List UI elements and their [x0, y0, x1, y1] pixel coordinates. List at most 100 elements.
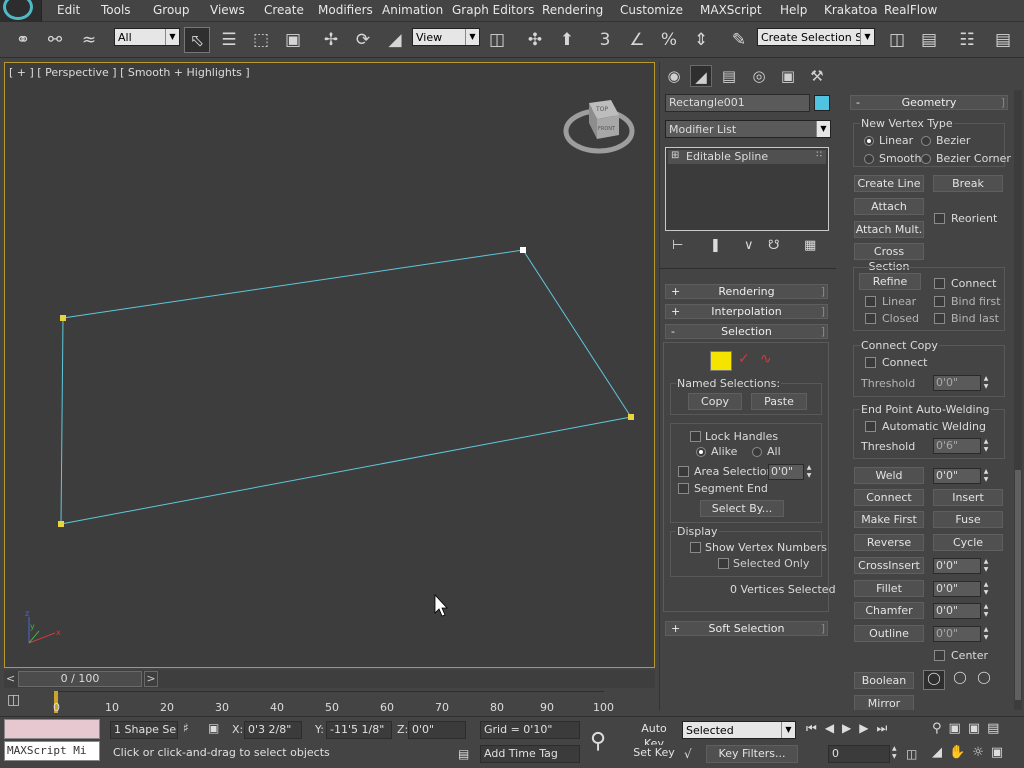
mirror-icon[interactable]: ◫ [884, 27, 910, 53]
chamfer-value[interactable]: 0'0" [933, 603, 981, 619]
menu-create[interactable]: Create [264, 3, 304, 17]
area-selection-spinner[interactable]: 0'0" ▲ ▼ [768, 464, 826, 480]
selection-filter-dropdown[interactable]: All ▼ [114, 28, 180, 46]
maxscript-mini-listener[interactable]: MAXScript Mi [4, 741, 100, 761]
layer-manager-icon[interactable]: ☷ [954, 27, 980, 53]
selected-only-checkbox[interactable] [718, 558, 729, 569]
spinner-arrows-icon[interactable]: ▲ ▼ [981, 438, 991, 454]
next-frame-icon[interactable]: ▶ [859, 721, 876, 735]
select-manipulate-icon[interactable]: ✣ [522, 27, 548, 53]
move-icon[interactable]: ✢ [318, 27, 344, 53]
vertex-type-bezier-corner-radio[interactable] [921, 154, 931, 164]
copy-button[interactable]: Copy [688, 393, 742, 410]
spinner-arrows-icon[interactable]: ▲ ▼ [981, 581, 991, 597]
keyboard-shortcut-override-icon[interactable]: ⬆ [554, 27, 580, 53]
paste-button[interactable]: Paste [751, 393, 807, 410]
next-frame-icon[interactable]: > [144, 671, 158, 687]
app-logo-icon[interactable] [0, 0, 42, 22]
spinner-arrows-icon[interactable]: ▲ ▼ [981, 468, 991, 484]
y-coordinate-field[interactable]: -11'5 1/8" [326, 721, 392, 739]
menu-graph-editors[interactable]: Graph Editors [452, 3, 534, 17]
maximize-viewport-icon[interactable]: ▣ [991, 745, 1010, 760]
track-bar[interactable]: ◫ 0 10 20 30 40 50 60 70 80 90 100 [4, 688, 655, 716]
chamfer-button[interactable]: Chamfer [854, 602, 924, 619]
attach-button[interactable]: Attach [854, 198, 924, 215]
zoom-extents-icon[interactable]: ▣ [968, 721, 987, 736]
pin-stack-icon[interactable]: ⊢ [672, 238, 683, 253]
key-icon[interactable]: ⚲ [590, 729, 606, 754]
menu-edit[interactable]: Edit [57, 3, 80, 17]
refine-linear-checkbox[interactable] [865, 296, 876, 307]
all-radio[interactable] [752, 447, 762, 457]
link-icon[interactable]: ⚭ [10, 27, 36, 53]
select-by-button[interactable]: Select By... [700, 500, 784, 517]
crossinsert-button[interactable]: CrossInsert [854, 557, 924, 574]
x-coordinate-field[interactable]: 0'3 2/8" [244, 721, 302, 739]
boolean-union-icon[interactable]: ◯ [923, 670, 945, 690]
boolean-subtract-icon[interactable]: ◯ [949, 670, 971, 690]
chamfer-spinner[interactable]: 0'0" ▲ ▼ [933, 603, 991, 619]
angle-snap-icon[interactable]: ∠ [624, 27, 650, 53]
interpolation-rollout[interactable]: + Interpolation] [665, 304, 828, 319]
create-line-button[interactable]: Create Line [854, 175, 924, 192]
segment-subobject-icon[interactable]: ✓ [738, 351, 750, 367]
zoom-extents-all-icon[interactable]: ▤ [987, 721, 1006, 736]
spline-vertex[interactable] [520, 247, 526, 253]
weld-spinner[interactable]: 0'0" ▲ ▼ [933, 468, 991, 484]
pan-icon[interactable]: ✋ [949, 745, 972, 760]
default-tangents-icon[interactable]: √ [684, 747, 692, 761]
edit-named-selection-icon[interactable]: ✎ [726, 27, 752, 53]
closed-checkbox[interactable] [865, 313, 876, 324]
cycle-button[interactable]: Cycle [933, 534, 1003, 551]
spline-subobject-icon[interactable]: ∿ [760, 351, 772, 367]
window-crossing-icon[interactable]: ▣ [280, 27, 306, 53]
show-vertex-numbers-checkbox[interactable] [690, 542, 701, 553]
time-configuration-icon[interactable]: ◫ [906, 747, 917, 761]
menu-realflow[interactable]: RealFlow [884, 3, 937, 17]
mirror-button-partial[interactable]: Mirror [854, 695, 914, 710]
motion-tab-icon[interactable]: ◎ [748, 65, 770, 87]
welding-threshold-spinner[interactable]: 0'6" ▲ ▼ [933, 438, 991, 454]
menu-rendering[interactable]: Rendering [542, 3, 603, 17]
rectangular-selection-icon[interactable]: ⬚ [248, 27, 274, 53]
menu-customize[interactable]: Customize [620, 3, 683, 17]
menu-group[interactable]: Group [153, 3, 190, 17]
time-slider[interactable]: < 0 / 100 > [4, 670, 655, 688]
expand-icon[interactable]: ⊞ [671, 150, 679, 161]
scale-icon[interactable]: ◢ [382, 27, 408, 53]
fuse-button[interactable]: Fuse [933, 511, 1003, 528]
object-color-swatch[interactable] [814, 95, 830, 111]
vertex-type-linear-radio[interactable] [864, 136, 874, 146]
spline-vertex[interactable] [58, 521, 64, 527]
time-slider-thumb[interactable]: 0 / 100 [18, 671, 142, 687]
attach-mult-button[interactable]: Attach Mult. [854, 221, 924, 238]
play-icon[interactable]: ▶ [842, 721, 859, 735]
refine-connect-checkbox[interactable] [934, 278, 945, 289]
lock-selection-icon[interactable]: ♯ [183, 721, 189, 735]
rotate-icon[interactable]: ⟳ [350, 27, 376, 53]
vertex-subobject-icon[interactable] [710, 351, 732, 371]
current-frame-field[interactable]: 0 [828, 745, 890, 763]
menu-modifiers[interactable]: Modifiers [318, 3, 373, 17]
spinner-arrows-icon[interactable]: ▲ ▼ [981, 603, 991, 619]
spline-vertex[interactable] [628, 414, 634, 420]
auto-key-button[interactable]: Auto Key [630, 721, 678, 750]
unlink-icon[interactable]: ⚯ [42, 27, 68, 53]
bind-first-checkbox[interactable] [934, 296, 945, 307]
refine-button[interactable]: Refine [859, 273, 921, 290]
mini-curve-editor-icon[interactable]: ◫ [7, 692, 37, 714]
curve-editor-icon[interactable]: ▤ [990, 27, 1016, 53]
connect-copy-threshold-value[interactable]: 0'0" [933, 375, 981, 391]
selection-rollout[interactable]: - Selection] [665, 324, 828, 339]
cross-section-button[interactable]: Cross Section [854, 243, 924, 273]
show-end-result-icon[interactable]: ❚ [710, 238, 721, 253]
absolute-mode-icon[interactable]: ▣ [208, 721, 219, 735]
display-tab-icon[interactable]: ▣ [777, 65, 799, 87]
reorient-checkbox[interactable] [934, 213, 945, 224]
make-first-button[interactable]: Make First [854, 511, 924, 528]
automatic-welding-checkbox[interactable] [865, 421, 876, 432]
object-name-field[interactable]: Rectangle001 [665, 94, 810, 112]
panel-scrollbar-thumb[interactable] [1015, 470, 1021, 700]
segment-end-checkbox[interactable] [678, 483, 689, 494]
soft-selection-rollout[interactable]: + Soft Selection] [665, 621, 828, 636]
